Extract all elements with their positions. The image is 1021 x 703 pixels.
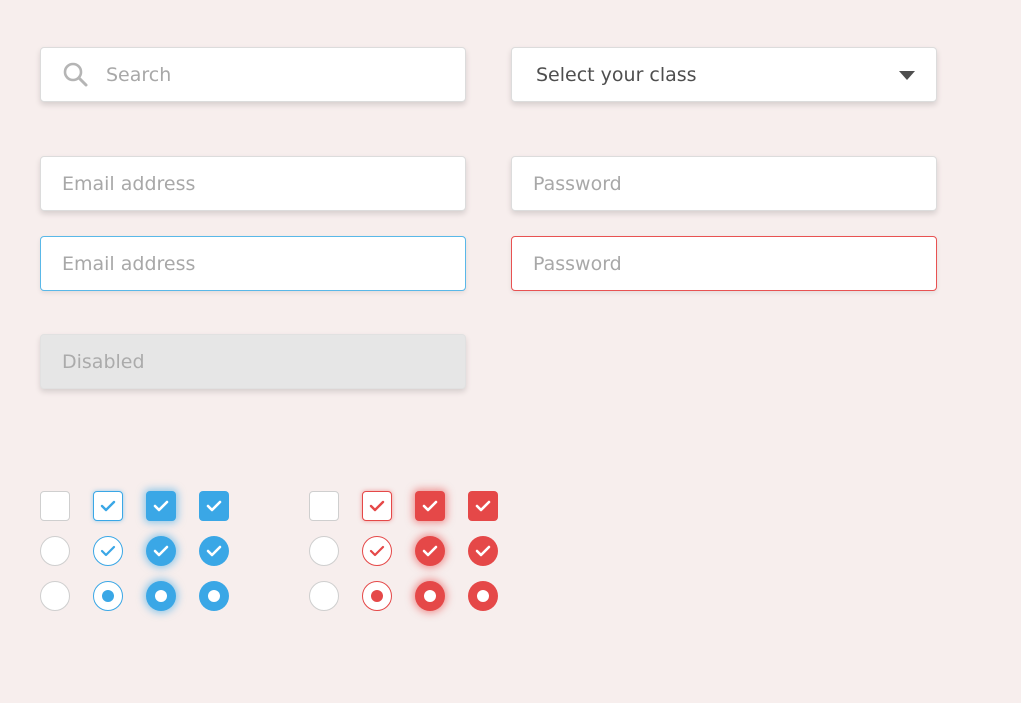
disabled-placeholder: Disabled bbox=[62, 350, 145, 373]
email-placeholder: Email address bbox=[62, 252, 196, 275]
email-field-focused[interactable]: Email address bbox=[40, 236, 466, 291]
check-icon bbox=[369, 545, 385, 557]
check-icon bbox=[100, 500, 116, 512]
circle-check-outline-red[interactable] bbox=[362, 536, 392, 566]
checkbox-checked-red[interactable] bbox=[468, 491, 498, 521]
password-field[interactable]: Password bbox=[511, 156, 937, 211]
radio-selected-red[interactable] bbox=[468, 581, 498, 611]
radio-dot bbox=[208, 590, 220, 602]
circle-check-focus[interactable] bbox=[146, 536, 176, 566]
caret-down-icon bbox=[899, 71, 915, 80]
circle-check-checked[interactable] bbox=[199, 536, 229, 566]
email-placeholder: Email address bbox=[62, 172, 196, 195]
class-select-value: Select your class bbox=[536, 63, 697, 86]
check-icon bbox=[100, 545, 116, 557]
radio-selected-outline[interactable] bbox=[93, 581, 123, 611]
class-select[interactable]: Select your class bbox=[511, 47, 937, 102]
check-icon bbox=[153, 500, 169, 512]
radio-selected-outline-red[interactable] bbox=[362, 581, 392, 611]
search-icon bbox=[62, 61, 90, 89]
check-icon bbox=[369, 500, 385, 512]
checkbox-unchecked-red[interactable] bbox=[309, 491, 339, 521]
checkbox-unchecked[interactable] bbox=[40, 491, 70, 521]
disabled-field: Disabled bbox=[40, 334, 466, 389]
radio-unselected[interactable] bbox=[40, 581, 70, 611]
check-icon bbox=[422, 545, 438, 557]
check-icon bbox=[206, 545, 222, 557]
check-icon bbox=[422, 500, 438, 512]
checkbox-checked[interactable] bbox=[199, 491, 229, 521]
radio-unselected-red[interactable] bbox=[309, 581, 339, 611]
radio-selected-focus-red[interactable] bbox=[415, 581, 445, 611]
password-placeholder: Password bbox=[533, 252, 622, 275]
circle-check-outline[interactable] bbox=[93, 536, 123, 566]
circle-check-focus-red[interactable] bbox=[415, 536, 445, 566]
checkbox-checked-outline[interactable] bbox=[93, 491, 123, 521]
radio-dot bbox=[155, 590, 167, 602]
check-icon bbox=[153, 545, 169, 557]
password-field-error[interactable]: Password bbox=[511, 236, 937, 291]
search-input[interactable]: Search bbox=[40, 47, 466, 102]
check-icon bbox=[475, 545, 491, 557]
circle-check-unchecked-red[interactable] bbox=[309, 536, 339, 566]
radio-dot bbox=[477, 590, 489, 602]
radio-selected-focus[interactable] bbox=[146, 581, 176, 611]
checkbox-checked-focus[interactable] bbox=[146, 491, 176, 521]
circle-check-unchecked[interactable] bbox=[40, 536, 70, 566]
search-placeholder: Search bbox=[106, 63, 172, 86]
radio-dot bbox=[102, 590, 114, 602]
radio-selected[interactable] bbox=[199, 581, 229, 611]
password-placeholder: Password bbox=[533, 172, 622, 195]
checkbox-checked-focus-red[interactable] bbox=[415, 491, 445, 521]
checkbox-checked-outline-red[interactable] bbox=[362, 491, 392, 521]
radio-dot bbox=[424, 590, 436, 602]
circle-check-checked-red[interactable] bbox=[468, 536, 498, 566]
email-field[interactable]: Email address bbox=[40, 156, 466, 211]
check-icon bbox=[206, 500, 222, 512]
radio-dot bbox=[371, 590, 383, 602]
check-icon bbox=[475, 500, 491, 512]
